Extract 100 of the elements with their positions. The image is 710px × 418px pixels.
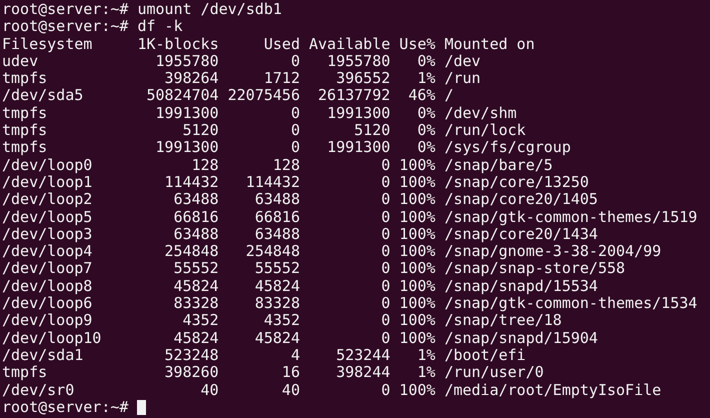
- table-cell: 1955780: [327, 52, 390, 70]
- table-cell: /dev/loop2: [2, 191, 92, 209]
- table-cell: 0: [381, 312, 390, 330]
- table-cell: 254848: [246, 243, 300, 260]
- table-cell: /dev/loop8: [2, 278, 92, 296]
- table-cell: 45824: [254, 330, 300, 347]
- table-cell: tmpfs: [2, 104, 48, 122]
- table-cell: 83328: [254, 295, 300, 312]
- table-cell: tmpfs: [2, 70, 48, 88]
- table-cell: 5120: [354, 122, 390, 140]
- table-cell: 55552: [174, 260, 219, 278]
- table-cell: udev: [2, 52, 38, 70]
- table-cell: /dev/loop5: [2, 208, 92, 226]
- table-cell: /snap/bare/5: [444, 156, 553, 174]
- table-cell: 1991300: [156, 104, 219, 122]
- table-cell: 396552: [336, 70, 390, 88]
- table-cell: 1991300: [156, 139, 219, 157]
- table-cell: 66816: [254, 208, 300, 226]
- table-cell: 0: [381, 226, 390, 244]
- table-cell: 4: [290, 346, 300, 364]
- table-cell: /run: [444, 70, 481, 88]
- column-header: Use%: [399, 36, 436, 53]
- table-cell: 26137792: [318, 87, 390, 105]
- table-cell: 0%: [417, 52, 436, 70]
- table-cell: 1955780: [156, 52, 219, 70]
- command-text: df -k: [137, 18, 183, 36]
- table-cell: /media/root/EmptyIsoFile: [444, 382, 662, 399]
- table-cell: 0%: [417, 122, 436, 140]
- table-cell: 0: [381, 260, 390, 278]
- column-header: Filesystem: [2, 36, 92, 53]
- table-cell: 45824: [174, 330, 219, 347]
- table-cell: /dev/sda5: [2, 87, 84, 105]
- table-cell: /run/lock: [444, 122, 526, 140]
- table-cell: 0: [381, 208, 390, 226]
- table-cell: 100%: [399, 330, 436, 347]
- table-cell: 0: [381, 243, 390, 260]
- table-cell: /sys/fs/cgroup: [444, 139, 571, 157]
- column-header: Mounted on: [444, 36, 535, 53]
- shell-prompt: root@server:~#: [2, 1, 128, 18]
- table-cell: 523248: [164, 346, 219, 364]
- column-header: Used: [264, 36, 300, 53]
- table-cell: 398244: [336, 364, 390, 382]
- table-cell: /snap/core20/1405: [444, 191, 598, 209]
- table-cell: /dev: [444, 52, 481, 70]
- table-cell: 0: [381, 278, 390, 296]
- table-cell: 0: [290, 122, 300, 140]
- table-cell: tmpfs: [2, 122, 48, 140]
- table-cell: 100%: [399, 295, 436, 312]
- table-cell: 100%: [399, 312, 436, 330]
- table-cell: /snap/core20/1434: [444, 226, 598, 244]
- table-cell: 128: [272, 156, 300, 174]
- table-cell: 50824704: [146, 87, 219, 105]
- table-cell: 63488: [174, 226, 219, 244]
- table-cell: /run/user/0: [444, 364, 544, 382]
- table-cell: 63488: [254, 191, 300, 209]
- table-cell: /dev/loop4: [2, 243, 92, 260]
- table-cell: 16: [282, 364, 300, 382]
- table-cell: /snap/core/13250: [444, 174, 589, 192]
- table-cell: /dev/loop6: [2, 295, 92, 312]
- table-cell: 100%: [399, 191, 436, 209]
- table-cell: 63488: [174, 191, 219, 209]
- table-cell: 40: [200, 382, 219, 399]
- table-cell: /dev/loop7: [2, 260, 92, 278]
- table-cell: 55552: [254, 260, 300, 278]
- table-cell: 100%: [399, 174, 436, 192]
- table-cell: 0: [381, 382, 390, 399]
- table-cell: 5120: [182, 122, 219, 140]
- table-cell: /snap/snapd/15534: [444, 278, 598, 296]
- table-cell: 63488: [254, 226, 300, 244]
- table-cell: 100%: [399, 226, 436, 244]
- table-cell: 523244: [336, 346, 390, 364]
- table-cell: /snap/gnome-3-38-2004/99: [444, 243, 662, 260]
- table-cell: 398264: [164, 70, 219, 88]
- table-cell: /dev/loop1: [2, 174, 92, 192]
- table-cell: 114432: [246, 174, 300, 192]
- table-cell: /snap/tree/18: [444, 312, 562, 330]
- table-cell: 0: [290, 104, 300, 122]
- table-cell: 46%: [408, 87, 436, 105]
- table-cell: /boot/efi: [444, 346, 526, 364]
- table-cell: /snap/snap-store/558: [444, 260, 626, 278]
- table-cell: 1991300: [327, 104, 390, 122]
- table-cell: 398260: [164, 364, 219, 382]
- table-cell: 100%: [399, 382, 436, 399]
- table-cell: 100%: [399, 156, 436, 174]
- table-cell: 0: [290, 139, 300, 157]
- table-cell: /dev/sda1: [2, 346, 84, 364]
- table-cell: 254848: [164, 243, 219, 260]
- table-cell: 0: [290, 52, 300, 70]
- table-cell: 0: [381, 295, 390, 312]
- table-cell: 1991300: [327, 139, 390, 157]
- table-cell: 0%: [417, 139, 436, 157]
- table-cell: 0: [381, 174, 390, 192]
- table-cell: /dev/loop10: [2, 330, 102, 347]
- table-cell: 0: [381, 191, 390, 209]
- table-cell: /dev/loop3: [2, 226, 92, 244]
- table-cell: 100%: [399, 243, 436, 260]
- table-cell: 40: [282, 382, 300, 399]
- table-cell: 1712: [264, 70, 300, 88]
- table-cell: /dev/shm: [444, 104, 517, 122]
- table-cell: /dev/sr0: [2, 382, 74, 399]
